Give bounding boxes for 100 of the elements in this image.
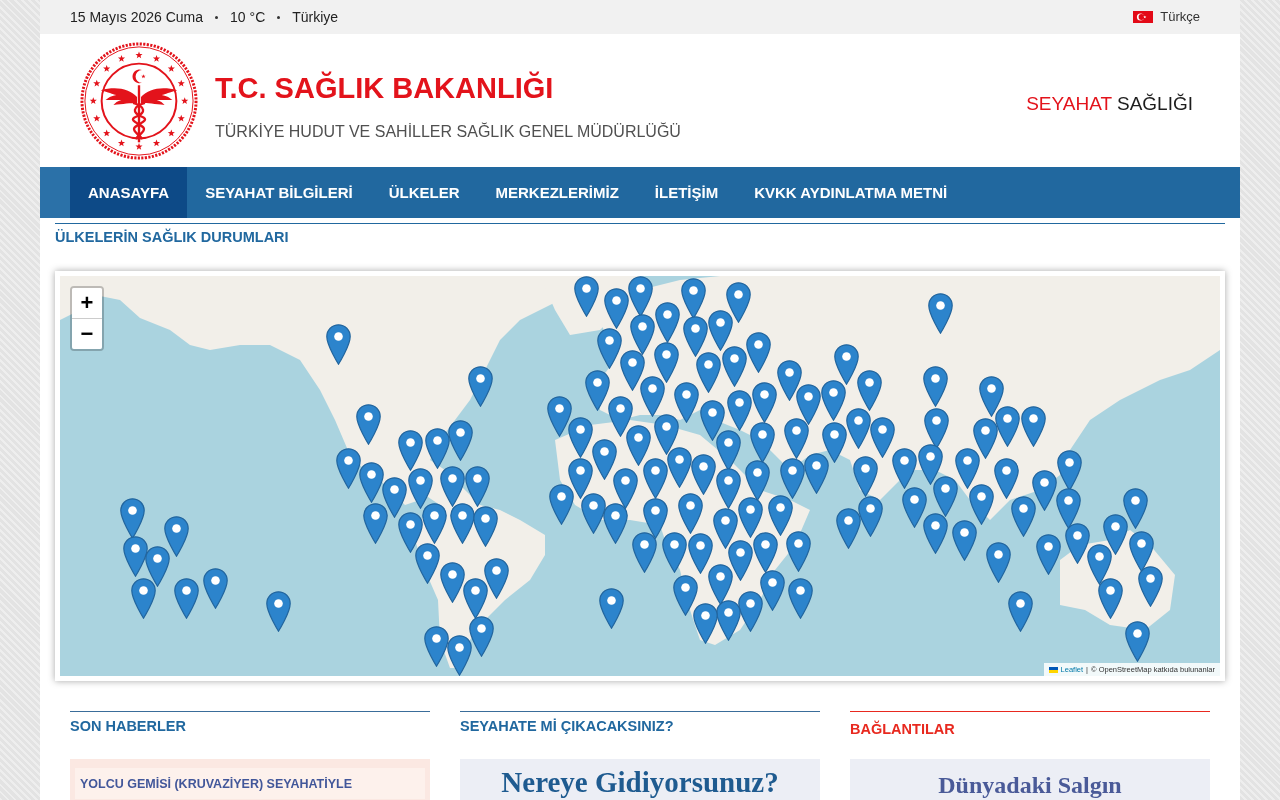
map-marker-icon[interactable]	[1137, 565, 1163, 607]
map-marker-icon[interactable]	[1124, 621, 1150, 662]
nav-item[interactable]: ÜLKELER	[370, 167, 478, 218]
map-marker-icon[interactable]	[752, 531, 778, 573]
map-marker-icon[interactable]	[745, 331, 771, 373]
map-marker-icon[interactable]	[446, 635, 472, 676]
map-marker-icon[interactable]	[653, 413, 679, 455]
map-marker-icon[interactable]	[642, 457, 668, 499]
map-marker-icon[interactable]	[1128, 530, 1154, 572]
map-marker-icon[interactable]	[856, 369, 882, 411]
map-marker-icon[interactable]	[661, 531, 687, 573]
map-marker-icon[interactable]	[1102, 513, 1128, 555]
map-marker-icon[interactable]	[994, 405, 1020, 447]
map-marker-icon[interactable]	[699, 399, 725, 441]
map-marker-icon[interactable]	[1020, 405, 1046, 447]
map-marker-icon[interactable]	[1122, 487, 1148, 529]
map-marker-icon[interactable]	[721, 345, 747, 387]
map-marker-icon[interactable]	[759, 569, 785, 611]
map-marker-icon[interactable]	[677, 492, 703, 534]
map-marker-icon[interactable]	[1064, 522, 1090, 564]
map-marker-icon[interactable]	[695, 351, 721, 393]
map-marker-icon[interactable]	[591, 438, 617, 480]
map-marker-icon[interactable]	[654, 301, 680, 343]
map-marker-icon[interactable]	[397, 429, 423, 471]
map-marker-icon[interactable]	[951, 519, 977, 561]
map-marker-icon[interactable]	[546, 395, 572, 437]
map-marker-icon[interactable]	[462, 577, 488, 619]
map-marker-icon[interactable]	[954, 447, 980, 489]
link-title[interactable]: Dünyadaki Salgın	[938, 772, 1122, 798]
promo-title[interactable]: Nereye Gidiyorsunuz?	[501, 767, 779, 797]
map-marker-icon[interactable]	[726, 389, 752, 431]
map-marker-icon[interactable]	[737, 496, 763, 538]
map-marker-icon[interactable]	[707, 309, 733, 351]
map-marker-icon[interactable]	[901, 486, 927, 528]
nav-item[interactable]: MERKEZLERİMİZ	[477, 167, 637, 218]
map-marker-icon[interactable]	[985, 541, 1011, 583]
map-marker-icon[interactable]	[414, 542, 440, 584]
map-marker-icon[interactable]	[869, 416, 895, 458]
map-marker-icon[interactable]	[833, 343, 859, 385]
map-marker-icon[interactable]	[680, 277, 706, 319]
map-marker-icon[interactable]	[1031, 469, 1057, 511]
map-marker-icon[interactable]	[712, 507, 738, 549]
map-marker-icon[interactable]	[820, 379, 846, 421]
map-marker-icon[interactable]	[381, 476, 407, 518]
map-marker-icon[interactable]	[619, 349, 645, 391]
map-marker-icon[interactable]	[325, 323, 351, 365]
map-marker-icon[interactable]	[567, 416, 593, 458]
map-marker-icon[interactable]	[625, 424, 651, 466]
map-marker-icon[interactable]	[335, 447, 361, 489]
map-marker-icon[interactable]	[737, 590, 763, 632]
map-marker-icon[interactable]	[449, 502, 475, 544]
map-marker-icon[interactable]	[423, 625, 449, 667]
map-marker-icon[interactable]	[639, 375, 665, 417]
map-marker-icon[interactable]	[355, 403, 381, 445]
map-marker-icon[interactable]	[927, 292, 953, 334]
zoom-out-button[interactable]: −	[72, 318, 102, 349]
map-marker-icon[interactable]	[779, 457, 805, 499]
map-marker-icon[interactable]	[993, 457, 1019, 499]
map-marker-icon[interactable]	[596, 327, 622, 369]
map-marker-icon[interactable]	[978, 375, 1004, 417]
nav-item[interactable]: ANASAYFA	[70, 167, 188, 218]
map-marker-icon[interactable]	[567, 457, 593, 499]
map-marker-icon[interactable]	[607, 395, 633, 437]
map-marker-icon[interactable]	[584, 369, 610, 411]
map-marker-icon[interactable]	[130, 577, 156, 619]
nav-item[interactable]: KVKK AYDINLATMA METNİ	[736, 167, 966, 218]
map-marker-icon[interactable]	[751, 381, 777, 423]
map-marker-icon[interactable]	[407, 467, 433, 509]
map-marker-icon[interactable]	[707, 563, 733, 605]
map-marker-icon[interactable]	[783, 417, 809, 459]
map-marker-icon[interactable]	[1086, 543, 1112, 585]
map-marker-icon[interactable]	[845, 407, 871, 449]
map-marker-icon[interactable]	[464, 465, 490, 507]
map-marker-icon[interactable]	[122, 535, 148, 577]
map-marker-icon[interactable]	[202, 567, 228, 609]
map-marker-icon[interactable]	[821, 421, 847, 463]
map-marker-icon[interactable]	[922, 512, 948, 554]
map-marker-icon[interactable]	[439, 561, 465, 603]
map-marker-icon[interactable]	[787, 577, 813, 619]
map-marker-icon[interactable]	[468, 615, 494, 657]
map-marker-icon[interactable]	[968, 483, 994, 525]
map-marker-icon[interactable]	[785, 530, 811, 572]
map-marker-icon[interactable]	[265, 590, 291, 632]
map-marker-icon[interactable]	[548, 483, 574, 525]
map-marker-icon[interactable]	[631, 531, 657, 573]
map-marker-icon[interactable]	[144, 545, 170, 587]
nav-item[interactable]: SEYAHAT BİLGİLERİ	[187, 167, 371, 218]
map-marker-icon[interactable]	[362, 502, 388, 544]
map-marker-icon[interactable]	[1097, 577, 1123, 619]
map-marker-icon[interactable]	[749, 421, 775, 463]
map-marker-icon[interactable]	[612, 467, 638, 509]
map-marker-icon[interactable]	[439, 465, 465, 507]
map-marker-icon[interactable]	[119, 497, 145, 539]
map-marker-icon[interactable]	[673, 381, 699, 423]
map-marker-icon[interactable]	[1007, 590, 1033, 632]
map-marker-icon[interactable]	[629, 313, 655, 355]
map-marker-icon[interactable]	[776, 359, 802, 401]
map-marker-icon[interactable]	[891, 447, 917, 489]
map-marker-icon[interactable]	[598, 587, 624, 629]
map-marker-icon[interactable]	[690, 453, 716, 495]
